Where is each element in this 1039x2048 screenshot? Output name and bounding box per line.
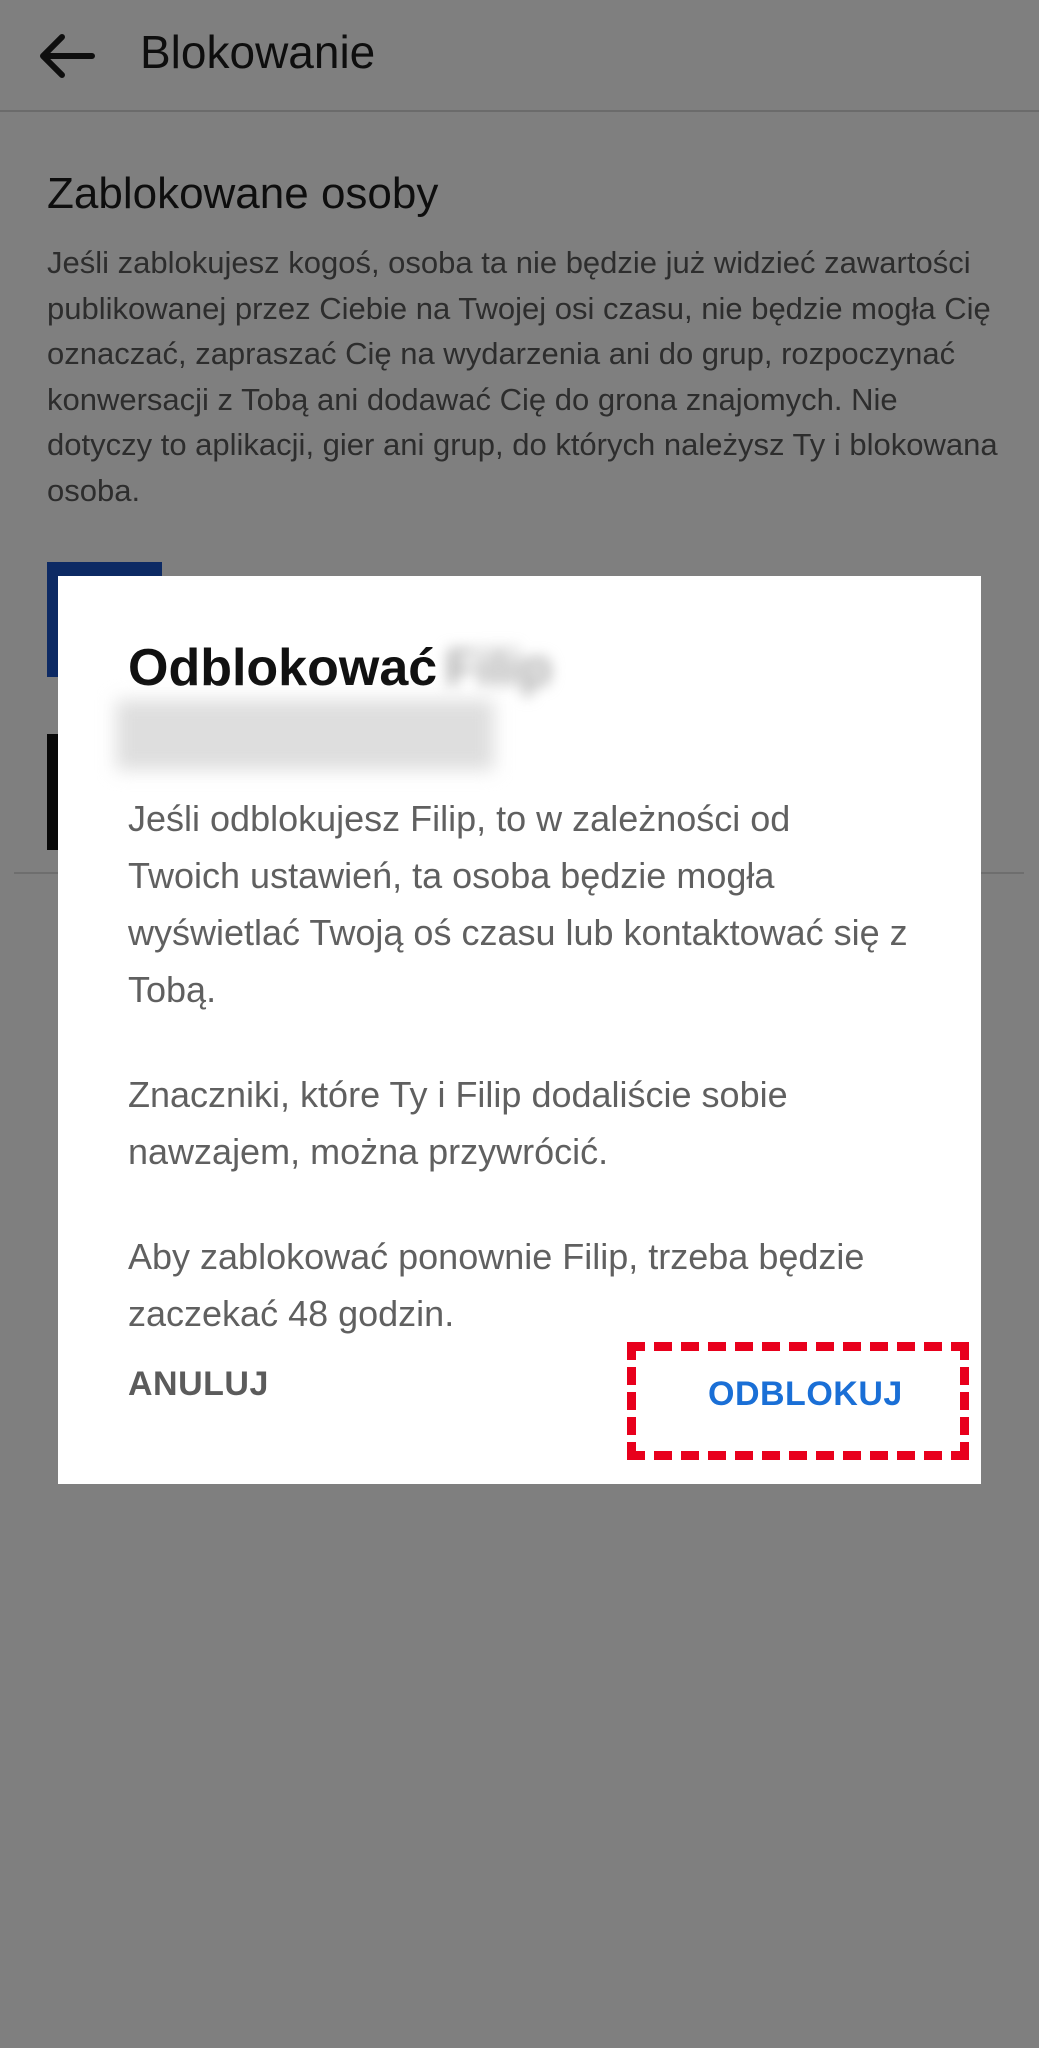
unblock-button[interactable]: ODBLOKUJ [708, 1372, 903, 1416]
blurred-subtitle [116, 700, 494, 770]
dialog-title: Odblokować Filip [128, 636, 552, 700]
blurred-name: Filip [445, 639, 553, 697]
dialog-paragraph-1: Jeśli odblokujesz Filip, to w zależności… [128, 798, 908, 1010]
dialog-title-prefix: Odblokować [128, 639, 438, 697]
unblock-dialog: Odblokować Filip Jeśli odblokujesz Filip,… [58, 576, 981, 1484]
dialog-paragraph-3: Aby zablokować ponownie Filip, trzeba bę… [128, 1236, 865, 1334]
cancel-button[interactable]: ANULUJ [128, 1362, 269, 1406]
dialog-paragraph-2: Znaczniki, które Ty i Filip dodaliście s… [128, 1074, 788, 1172]
